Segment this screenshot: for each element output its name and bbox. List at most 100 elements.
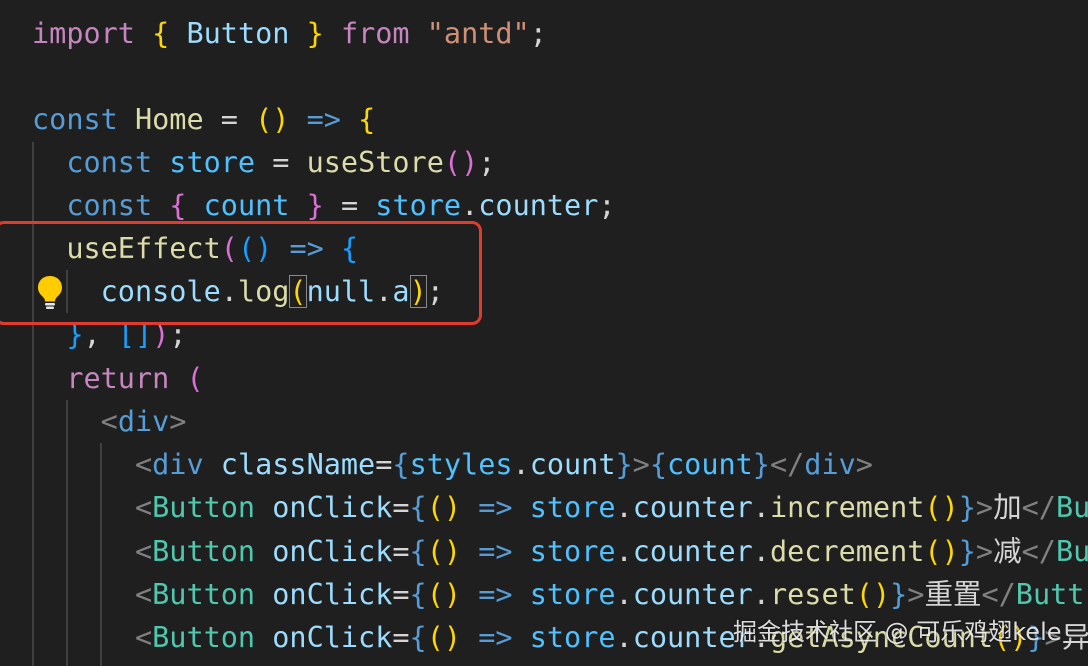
code-token: onClick [272,535,393,568]
code-token: < [134,578,153,611]
code-token: ) [152,318,170,351]
code-line[interactable]: <Button onClick={() => store.counter.res… [32,573,1084,616]
code-token: ] [135,318,153,351]
code-token: { [409,491,427,524]
code-token: . [752,578,770,611]
code-token: counter [632,535,753,568]
code-token: store [375,189,462,222]
code-token: ( [186,362,204,395]
code-token: div [152,448,204,481]
code-token: store [529,491,616,524]
code-token: > [975,535,994,568]
code-token: { [358,103,376,136]
code-token: ) [443,578,462,611]
code-token: ( [426,621,444,654]
code-token: ( [220,232,238,265]
code-token: { [169,189,187,222]
code-token: counter [632,578,753,611]
code-token: ( [443,146,462,179]
code-token: ) [872,578,891,611]
code-token: Home [134,103,204,136]
code-token: decrement [769,535,925,568]
code-token: count [203,189,290,222]
code-token: store [529,578,616,611]
code-token: ; [169,318,187,351]
code-token: } [890,578,908,611]
code-token: 异 [1061,621,1088,654]
lightbulb-icon[interactable] [36,274,64,310]
code-token: . [615,535,633,568]
code-token: Button [152,535,256,568]
code-token: ) [941,491,959,524]
code-token: > [169,405,187,438]
code-token: > [855,448,873,481]
code-token: . [752,491,770,524]
code-token: } [752,448,770,481]
code-token: ) [443,621,462,654]
code-editor[interactable]: import { Button } from "antd"; const Hom… [0,0,1088,666]
code-token: < [134,491,153,524]
code-token: store [169,146,256,179]
code-token: > [907,578,925,611]
code-token: const [66,146,153,179]
code-token: } [615,448,633,481]
code-token: . [375,275,393,308]
code-token: 加 [993,491,1022,524]
code-token: = [392,578,410,611]
code-line[interactable]: useEffect(() => { [32,227,358,270]
code-token: increment [769,491,925,524]
code-token: { [340,232,359,265]
code-line[interactable]: import { Button } from "antd"; [32,12,547,55]
code-token: log [237,275,290,308]
code-token: } [66,318,84,351]
code-token: ( [237,232,256,265]
code-token: Button [152,578,256,611]
code-token: styles [409,448,513,481]
code-token: . [461,189,479,222]
code-token: null [306,275,376,308]
code-token: useEffect [66,232,221,265]
watermark: 掘金技术社区 @ 可乐鸡翅kele [733,618,1062,646]
code-token: => [478,578,513,611]
code-line[interactable]: return ( [32,357,204,400]
code-line[interactable]: <div> [32,400,187,443]
code-token: = [392,535,410,568]
code-token: ) [941,535,959,568]
code-token: console [100,275,221,308]
code-line[interactable]: <Button onClick={() => store.counter.dec… [32,530,1088,573]
code-token: ( [426,578,444,611]
code-token: ) [443,535,462,568]
code-token: => [478,535,513,568]
code-line[interactable]: const { count } = store.counter; [32,184,616,227]
code-token: => [478,621,513,654]
matching-bracket: ) [409,275,427,308]
code-token: counter [478,189,599,222]
code-line[interactable]: <Button onClick={() => store.counter.inc… [32,486,1088,529]
code-token: = [272,146,290,179]
code-token: ( [924,535,942,568]
code-token: = [392,621,410,654]
code-token: ( [924,491,942,524]
code-token: [ [117,318,136,351]
code-token: ; [598,189,616,222]
code-token: < [134,535,153,568]
code-token: < [134,448,153,481]
code-token: onClick [272,491,393,524]
code-token: return [66,362,170,395]
code-token: Bu [1055,491,1088,524]
code-token: > [632,448,650,481]
code-token: , [83,318,101,351]
code-token: . [512,448,530,481]
code-line[interactable]: const store = useStore(); [32,141,495,184]
code-token: . [615,578,633,611]
code-token: reset [769,578,856,611]
code-token: ) [443,491,462,524]
code-line[interactable]: }, []); [32,313,187,356]
code-token: => [306,103,341,136]
code-token: </ [769,448,805,481]
code-line[interactable]: console.log(null.a); [32,270,444,313]
code-line[interactable]: <div className={styles.count}>{count}</d… [32,443,873,486]
code-line[interactable]: const Home = () => { [32,98,375,141]
code-token: ( [255,103,273,136]
code-token: a [392,275,410,308]
